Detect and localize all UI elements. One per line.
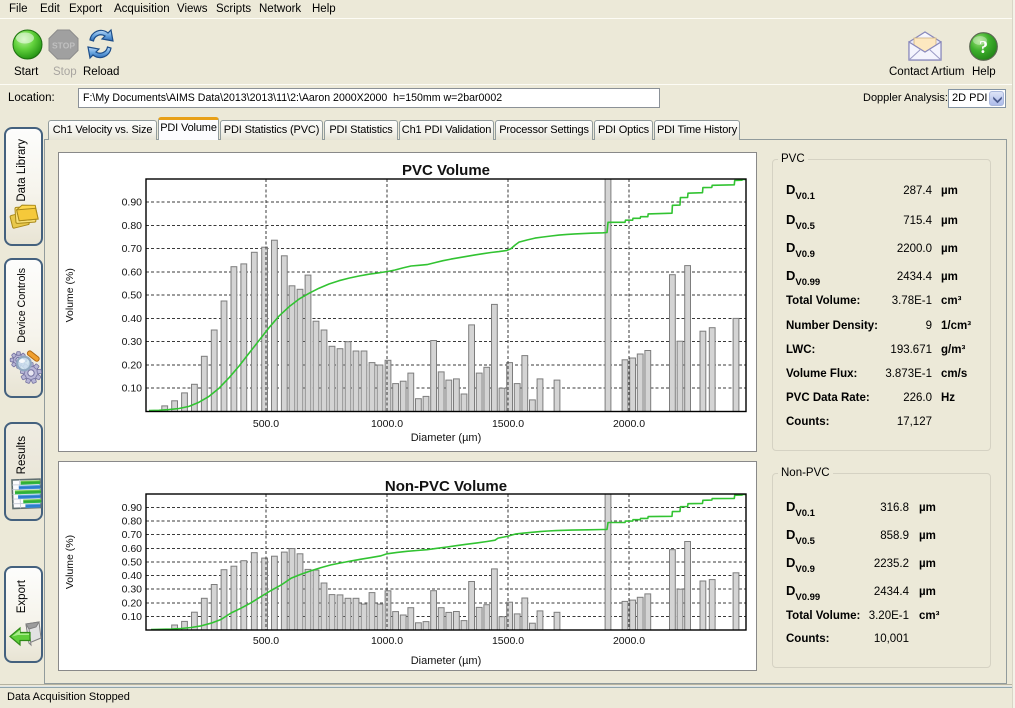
svg-text:0.90: 0.90	[122, 502, 143, 514]
svg-text:Volume (%): Volume (%)	[64, 535, 76, 589]
svg-text:500.0: 500.0	[253, 418, 279, 430]
svg-text:0.10: 0.10	[122, 611, 143, 623]
svg-text:1500.0: 1500.0	[492, 418, 524, 430]
svg-text:0.10: 0.10	[122, 383, 143, 395]
svg-text:0.40: 0.40	[122, 570, 143, 582]
svg-text:Volume (%): Volume (%)	[64, 268, 76, 322]
svg-text:0.70: 0.70	[122, 243, 143, 255]
svg-text:0.40: 0.40	[122, 313, 143, 325]
svg-text:0.30: 0.30	[122, 336, 143, 348]
svg-text:0.20: 0.20	[122, 360, 143, 372]
svg-text:1000.0: 1000.0	[371, 418, 403, 430]
svg-text:?: ?	[979, 37, 988, 57]
svg-text:0.60: 0.60	[122, 266, 143, 278]
svg-text:500.0: 500.0	[253, 635, 279, 647]
svg-text:0.50: 0.50	[122, 290, 143, 302]
svg-text:1000.0: 1000.0	[371, 635, 403, 647]
svg-text:STOP: STOP	[52, 41, 75, 51]
svg-text:PVC Volume: PVC Volume	[402, 162, 490, 179]
svg-text:0.20: 0.20	[122, 597, 143, 609]
svg-text:0.50: 0.50	[122, 556, 143, 568]
svg-text:Diameter (µm): Diameter (µm)	[411, 655, 482, 667]
svg-text:2000.0: 2000.0	[613, 635, 645, 647]
svg-text:0.60: 0.60	[122, 543, 143, 555]
svg-text:Non-PVC Volume: Non-PVC Volume	[385, 478, 507, 495]
svg-text:2000.0: 2000.0	[613, 418, 645, 430]
svg-text:0.30: 0.30	[122, 584, 143, 596]
svg-text:0.70: 0.70	[122, 529, 143, 541]
svg-text:0.80: 0.80	[122, 220, 143, 232]
svg-text:Diameter (µm): Diameter (µm)	[411, 432, 482, 444]
svg-text:0.90: 0.90	[122, 197, 143, 209]
svg-text:0.80: 0.80	[122, 516, 143, 528]
svg-text:1500.0: 1500.0	[492, 635, 524, 647]
